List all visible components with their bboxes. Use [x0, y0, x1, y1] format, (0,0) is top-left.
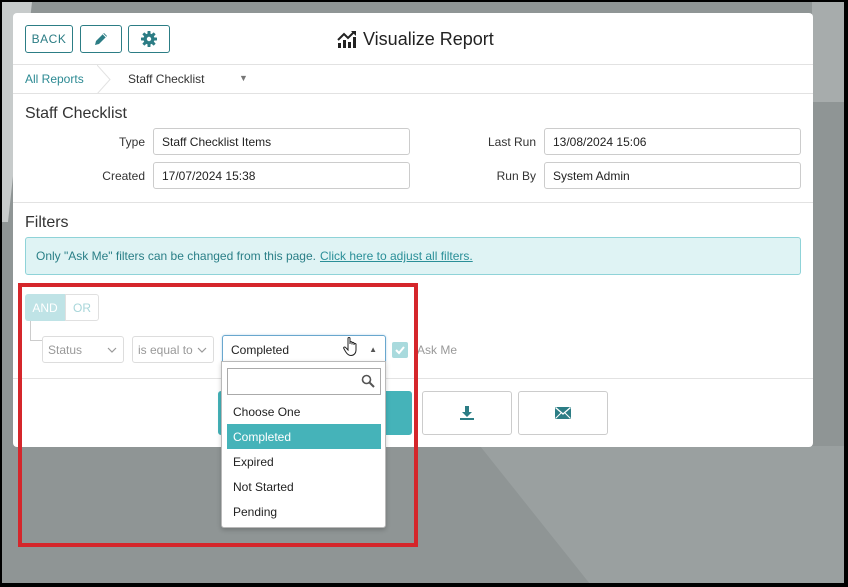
download-button[interactable] — [422, 391, 512, 435]
filters-notice: Only "Ask Me" filters can be changed fro… — [25, 237, 801, 275]
back-button[interactable]: BACK — [25, 25, 73, 53]
dropdown-option[interactable]: Choose One — [227, 399, 381, 424]
created-field[interactable]: 17/07/2024 15:38 — [153, 162, 410, 189]
dropdown-option[interactable]: Expired — [227, 449, 381, 474]
divider — [13, 378, 813, 379]
filters-notice-text: Only "Ask Me" filters can be changed fro… — [36, 249, 316, 263]
dropdown-option[interactable]: Not Started — [227, 474, 381, 499]
settings-button[interactable] — [128, 25, 170, 53]
chevron-down-icon[interactable]: ▼ — [239, 73, 248, 83]
checkmark-icon — [395, 346, 405, 355]
filter-operator-value: is equal to — [138, 342, 193, 357]
filters-title: Filters — [25, 214, 69, 231]
search-icon — [361, 374, 375, 393]
filter-operator-select[interactable]: is equal to — [132, 336, 214, 363]
dropdown-search-input[interactable] — [227, 368, 381, 395]
or-toggle[interactable]: OR — [65, 294, 99, 321]
adjust-filters-link[interactable]: Click here to adjust all filters. — [320, 249, 473, 263]
chart-line-icon — [337, 31, 356, 48]
gear-icon — [141, 31, 157, 47]
ask-me-checkbox[interactable] — [392, 342, 408, 358]
report-section-title: Staff Checklist — [25, 105, 127, 122]
hand-cursor-icon — [343, 337, 357, 357]
breadcrumb-separator — [97, 65, 111, 94]
page-title: Visualize Report — [363, 28, 494, 49]
filter-value-text: Completed — [231, 342, 290, 357]
type-label: Type — [118, 135, 145, 149]
value-dropdown-menu: Choose One Completed Expired Not Started… — [221, 361, 386, 528]
page-title-group: Visualize Report — [337, 27, 494, 51]
filter-field-value: Status — [48, 342, 83, 357]
chevron-down-icon — [107, 343, 117, 360]
breadcrumb-all-reports[interactable]: All Reports — [25, 72, 84, 86]
run-by-field[interactable]: System Admin — [544, 162, 801, 189]
edit-button[interactable] — [80, 25, 122, 53]
ask-me-label: Ask Me — [417, 343, 458, 357]
dropdown-option-selected[interactable]: Completed — [227, 424, 381, 449]
last-run-field[interactable]: 13/08/2024 15:06 — [544, 128, 801, 155]
filter-field-select[interactable]: Status — [42, 336, 124, 363]
chevron-down-icon — [197, 343, 207, 360]
caret-up-icon: ▲ — [369, 345, 377, 354]
type-field[interactable]: Staff Checklist Items — [153, 128, 410, 155]
last-run-label: Last Run — [487, 135, 536, 149]
background-shape — [812, 2, 844, 102]
download-icon — [460, 406, 474, 420]
run-by-label: Run By — [496, 169, 536, 183]
dropdown-option[interactable]: Pending — [227, 499, 381, 524]
envelope-icon — [555, 407, 571, 419]
breadcrumb-current[interactable]: Staff Checklist — [128, 72, 204, 86]
pencil-icon — [95, 33, 107, 45]
divider — [13, 202, 813, 203]
breadcrumb: All Reports Staff Checklist ▼ — [13, 65, 813, 94]
and-toggle[interactable]: AND — [25, 294, 65, 321]
report-card: BACK Visualize Report All Reports Staff … — [13, 13, 813, 447]
created-label: Created — [102, 169, 145, 183]
toolbar: BACK Visualize Report — [13, 13, 813, 65]
email-button[interactable] — [518, 391, 608, 435]
filter-tree-line — [30, 321, 42, 341]
